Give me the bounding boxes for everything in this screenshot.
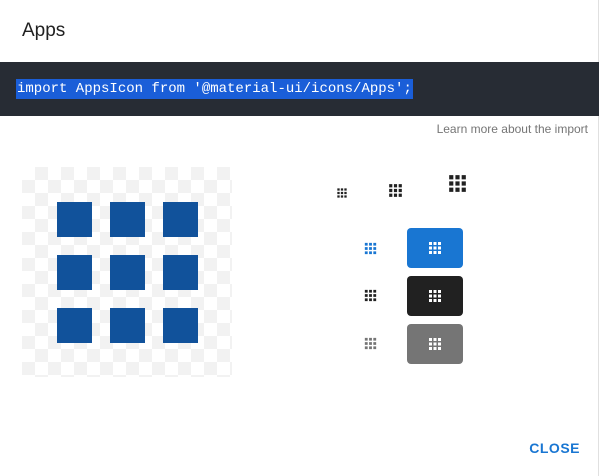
apps-grid-square: [163, 202, 198, 237]
apps-icon-default-inverted: [407, 276, 463, 316]
apps-grid-square: [57, 308, 92, 343]
apps-icon-disabled-inverted: [407, 324, 463, 364]
close-button[interactable]: CLOSE: [529, 440, 580, 456]
apps-icon: [429, 242, 441, 254]
apps-grid-square: [163, 255, 198, 290]
apps-grid-square: [110, 255, 145, 290]
apps-icon-primary: [364, 242, 377, 255]
apps-icon-large: [449, 175, 466, 192]
import-code-block[interactable]: import AppsIcon from '@material-ui/icons…: [0, 62, 599, 116]
apps-icon-primary-inverted: [407, 228, 463, 268]
apps-grid-square: [163, 308, 198, 343]
apps-icon: [429, 338, 441, 350]
apps-icon-medium: [389, 184, 402, 197]
apps-grid-square: [110, 202, 145, 237]
apps-grid-square: [57, 202, 92, 237]
apps-icon-disabled: [364, 337, 377, 350]
apps-grid-square: [110, 308, 145, 343]
apps-grid-square: [57, 255, 92, 290]
icon-preview-canvas: [22, 167, 232, 377]
import-code[interactable]: import AppsIcon from '@material-ui/icons…: [16, 79, 413, 99]
apps-icon-large-preview: [57, 202, 198, 343]
apps-icon-default: [364, 289, 377, 302]
icon-dialog: Apps import AppsIcon from '@material-ui/…: [0, 0, 599, 476]
learn-more-link[interactable]: Learn more about the import: [437, 122, 588, 136]
apps-icon-small: [337, 188, 347, 198]
apps-icon: [429, 290, 441, 302]
dialog-title: Apps: [22, 20, 66, 41]
